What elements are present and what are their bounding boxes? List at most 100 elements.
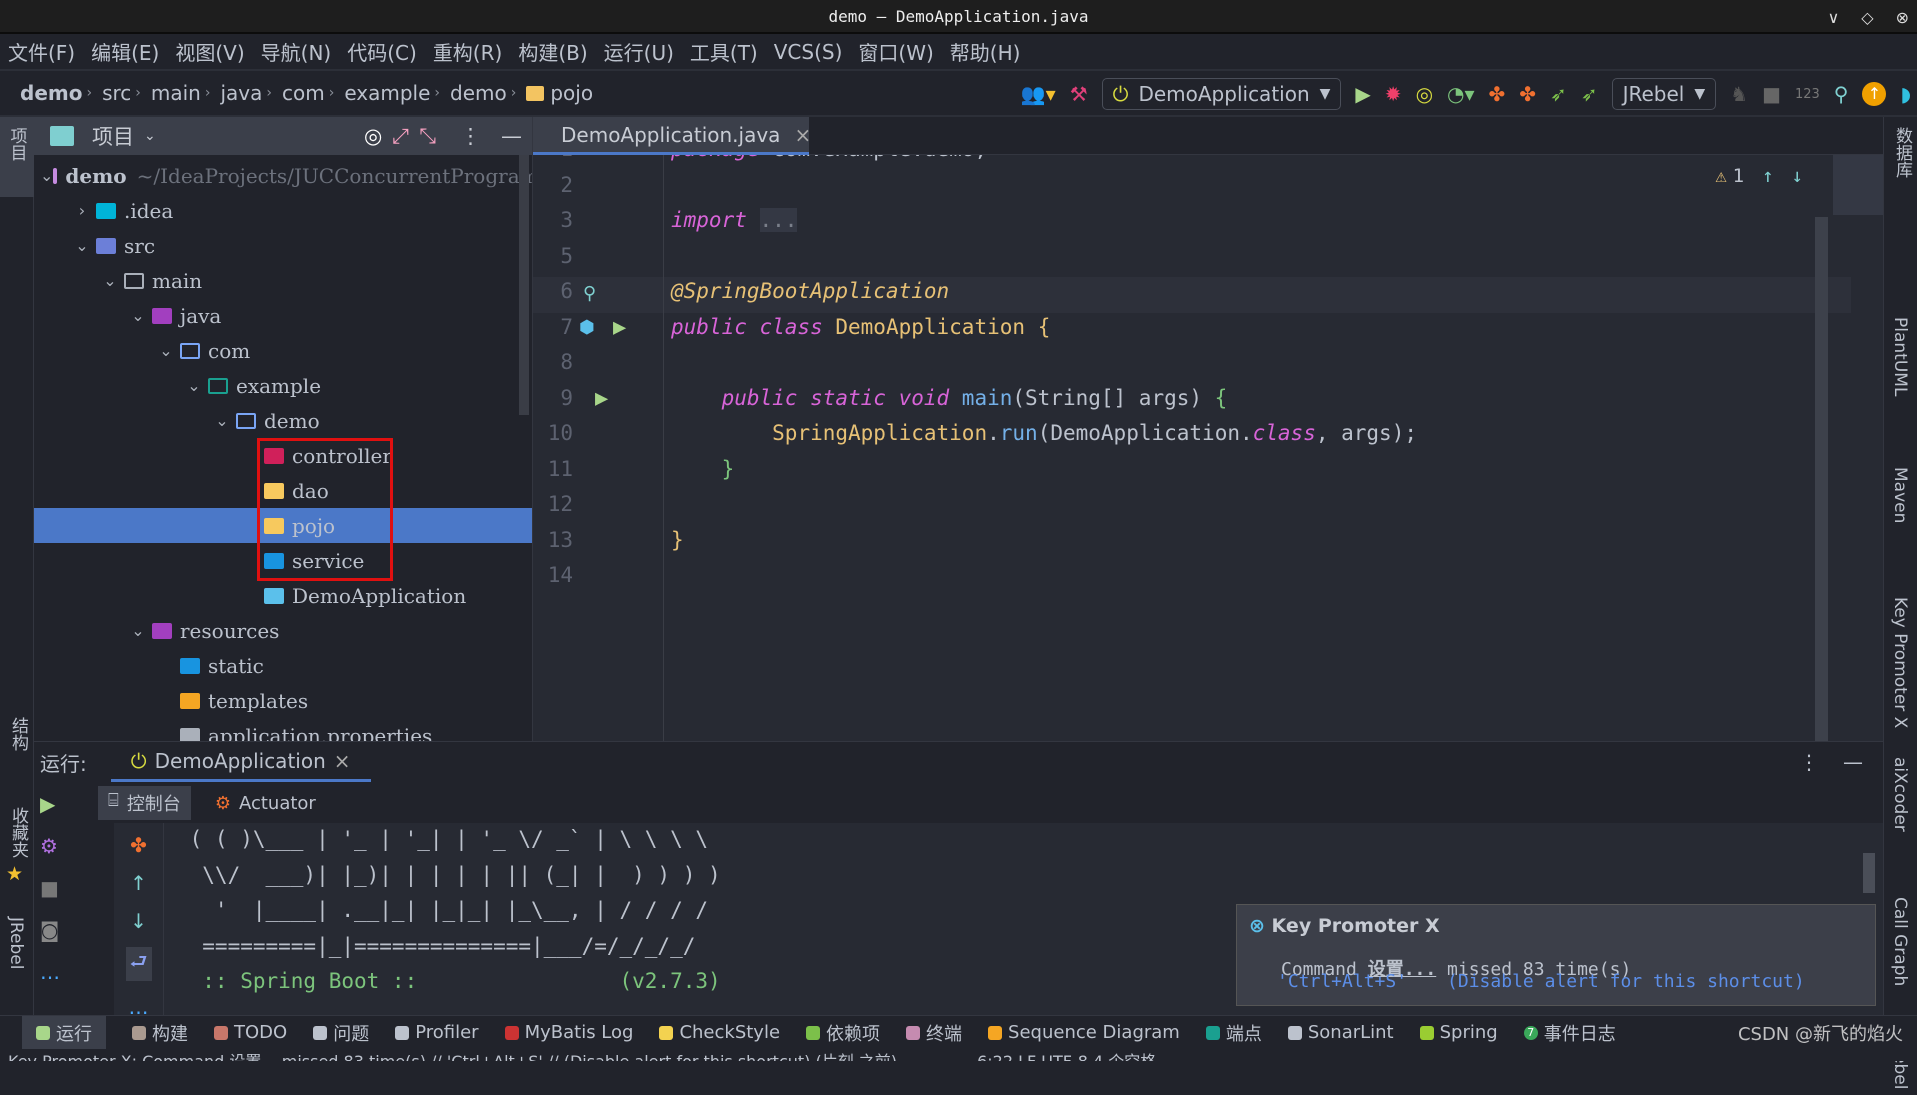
breadcrumb-item[interactable]: demo bbox=[450, 81, 507, 105]
inspection-widget[interactable]: ⚠ 1 ↑ ↓ bbox=[1715, 165, 1803, 187]
plugin-icon[interactable]: ◗ bbox=[1900, 84, 1911, 104]
tool-window-call-graph[interactable]: Call Graph bbox=[1890, 897, 1917, 991]
hide-panel-icon[interactable]: — bbox=[1843, 750, 1863, 774]
menu-item[interactable]: 运行(U) bbox=[604, 37, 674, 66]
editor-scrollbar[interactable] bbox=[1815, 217, 1828, 741]
debug-icon[interactable]: ✹ bbox=[1385, 84, 1402, 104]
bottom-tool-checkstyle[interactable]: CheckStyle bbox=[659, 1022, 780, 1043]
tool-window-project[interactable]: 项目 bbox=[0, 117, 34, 197]
settings-icon[interactable]: ⚙ bbox=[40, 834, 60, 858]
chevron-down-icon[interactable]: ⌄ bbox=[96, 271, 124, 290]
menu-item[interactable]: 重构(R) bbox=[433, 37, 503, 66]
tree-item[interactable]: ⌄ main bbox=[34, 263, 532, 298]
rerun-icon[interactable]: ▶ bbox=[40, 792, 60, 816]
bottom-tool-sequence[interactable]: Sequence Diagram bbox=[988, 1022, 1180, 1043]
tool-window-jrebel[interactable]: JRebel bbox=[6, 917, 26, 975]
attach-icon[interactable]: ♞ bbox=[1730, 84, 1748, 104]
chevron-down-icon[interactable]: ⌄ bbox=[124, 306, 152, 325]
bottom-tool-run[interactable]: 运行 bbox=[22, 1015, 106, 1050]
menu-item[interactable]: 文件(F) bbox=[8, 37, 75, 66]
bottom-tool-endpoints[interactable]: 端点 bbox=[1205, 1020, 1262, 1046]
menu-item[interactable]: 代码(C) bbox=[347, 37, 417, 66]
chevron-down-icon[interactable]: ⌄ bbox=[68, 236, 96, 255]
breadcrumb-item[interactable]: example bbox=[344, 81, 430, 105]
chevron-down-icon[interactable]: ⌄ bbox=[144, 128, 156, 144]
bottom-tool-spring[interactable]: Spring bbox=[1419, 1022, 1498, 1043]
chevron-down-icon[interactable]: ⌄ bbox=[124, 621, 152, 640]
tree-scrollbar[interactable] bbox=[519, 155, 529, 415]
chevron-down-icon[interactable]: ⌄ bbox=[152, 341, 180, 360]
arthas-debug-icon[interactable]: ✤ bbox=[1519, 84, 1536, 104]
tool-window-maven[interactable]: Maven bbox=[1890, 467, 1910, 528]
tree-item[interactable]: ⌄ resources bbox=[34, 613, 532, 648]
breadcrumb-item[interactable]: main bbox=[151, 81, 201, 105]
chevron-down-icon[interactable]: ⌄ bbox=[180, 376, 208, 395]
bottom-tool-todo[interactable]: TODO bbox=[214, 1022, 287, 1043]
tree-item[interactable]: ⌄ com bbox=[34, 333, 532, 368]
spring-bean-icon[interactable]: ⬢ bbox=[579, 317, 595, 338]
bottom-tool-mybatis[interactable]: MyBatis Log bbox=[504, 1022, 633, 1043]
collapse-all-icon[interactable]: ⤡ bbox=[419, 124, 436, 149]
jrebel-run-icon[interactable]: ➶ bbox=[1550, 84, 1567, 104]
coverage-icon[interactable]: ◎ bbox=[1416, 84, 1433, 104]
breadcrumb-item[interactable]: java bbox=[220, 81, 262, 105]
breadcrumb-item[interactable]: pojo bbox=[526, 81, 593, 105]
expand-all-icon[interactable]: ⤢ bbox=[392, 124, 409, 149]
arthas-icon[interactable]: ✤ bbox=[130, 833, 147, 857]
close-icon[interactable]: ⊗ bbox=[1896, 8, 1909, 27]
project-panel-title[interactable]: 项目 bbox=[92, 121, 134, 151]
console-scrollbar[interactable] bbox=[1863, 853, 1875, 893]
bottom-tool-terminal[interactable]: 终端 bbox=[906, 1020, 962, 1046]
tool-window-key-promoter-x[interactable]: Key Promoter X bbox=[1890, 597, 1917, 733]
maximize-icon[interactable]: ◇ bbox=[1861, 8, 1873, 27]
menu-item[interactable]: 窗口(W) bbox=[858, 37, 933, 66]
tree-item[interactable]: ⌄ demo bbox=[34, 403, 532, 438]
menu-item[interactable]: 编辑(E) bbox=[91, 37, 159, 66]
tab-console[interactable]: ⌸ 控制台 bbox=[98, 786, 191, 820]
run-main-gutter-icon[interactable]: ▶ bbox=[595, 386, 608, 411]
tree-item[interactable]: ⌄ src bbox=[34, 228, 532, 263]
breadcrumb-item[interactable]: src bbox=[102, 81, 131, 105]
scroll-up-icon[interactable]: ↑ bbox=[130, 871, 147, 895]
vcs-users-icon[interactable]: 👥▾ bbox=[1021, 84, 1056, 104]
chevron-down-icon[interactable]: ⌄ bbox=[40, 166, 53, 185]
stop-icon[interactable]: ■ bbox=[40, 876, 60, 900]
menu-item[interactable]: VCS(S) bbox=[774, 40, 843, 64]
previous-highlight-icon[interactable]: ↑ bbox=[1762, 165, 1773, 187]
bean-search-icon[interactable]: ⚲ bbox=[583, 283, 596, 304]
screenshot-icon[interactable]: ◙ bbox=[40, 918, 60, 942]
menu-item[interactable]: 导航(N) bbox=[261, 37, 332, 66]
breadcrumb-item[interactable]: com bbox=[282, 81, 325, 105]
close-tab-icon[interactable]: × bbox=[334, 749, 351, 773]
tree-item[interactable]: › .idea bbox=[34, 193, 532, 228]
tab-demoapplication-java[interactable]: DemoApplication.java × bbox=[533, 117, 811, 155]
tree-item[interactable]: templates bbox=[34, 683, 532, 718]
profile-icon[interactable]: ◔▾ bbox=[1447, 84, 1475, 104]
tool-window-aixcoder[interactable]: aiXcoder bbox=[1890, 757, 1910, 837]
tree-item[interactable]: ⌄ java bbox=[34, 298, 532, 333]
minimap[interactable] bbox=[1833, 155, 1883, 215]
code-editor[interactable]: 1 package com.example.demo; 2 3 import ... 5 6… bbox=[533, 155, 1883, 741]
tree-item[interactable]: ⌄ example bbox=[34, 368, 532, 403]
update-icon[interactable]: ↑ bbox=[1862, 82, 1887, 106]
more-actions-icon[interactable]: … bbox=[40, 960, 60, 984]
menu-item[interactable]: 视图(V) bbox=[175, 37, 244, 66]
stop-icon[interactable]: ■ bbox=[1762, 84, 1781, 104]
tool-window-plantuml[interactable]: PlantUML bbox=[1890, 317, 1910, 401]
soft-wrap-icon[interactable]: ⮐ bbox=[125, 947, 152, 981]
bottom-tool-sonarlint[interactable]: SonarLint bbox=[1287, 1022, 1394, 1043]
menu-item[interactable]: 构建(B) bbox=[518, 37, 587, 66]
tree-item[interactable]: static bbox=[34, 648, 532, 683]
arthas-run-icon[interactable]: ✤ bbox=[1489, 84, 1506, 104]
bottom-tool-problems[interactable]: 问题 bbox=[313, 1020, 369, 1046]
bottom-tool-dependencies[interactable]: 依赖项 bbox=[806, 1020, 880, 1046]
menu-item[interactable]: 帮助(H) bbox=[950, 37, 1021, 66]
jrebel-config-select[interactable]: JRebel ▼ bbox=[1611, 78, 1717, 110]
tool-window-数据库[interactable]: 数据库 bbox=[1890, 127, 1917, 183]
search-icon[interactable]: ⚲ bbox=[1834, 84, 1849, 104]
chevron-down-icon[interactable]: ⌄ bbox=[208, 411, 236, 430]
chevron-right-icon[interactable]: › bbox=[68, 201, 96, 220]
minimize-icon[interactable]: ∨ bbox=[1828, 8, 1840, 27]
build-hammer-icon[interactable]: ⚒ bbox=[1070, 84, 1088, 104]
next-highlight-icon[interactable]: ↓ bbox=[1792, 165, 1803, 187]
